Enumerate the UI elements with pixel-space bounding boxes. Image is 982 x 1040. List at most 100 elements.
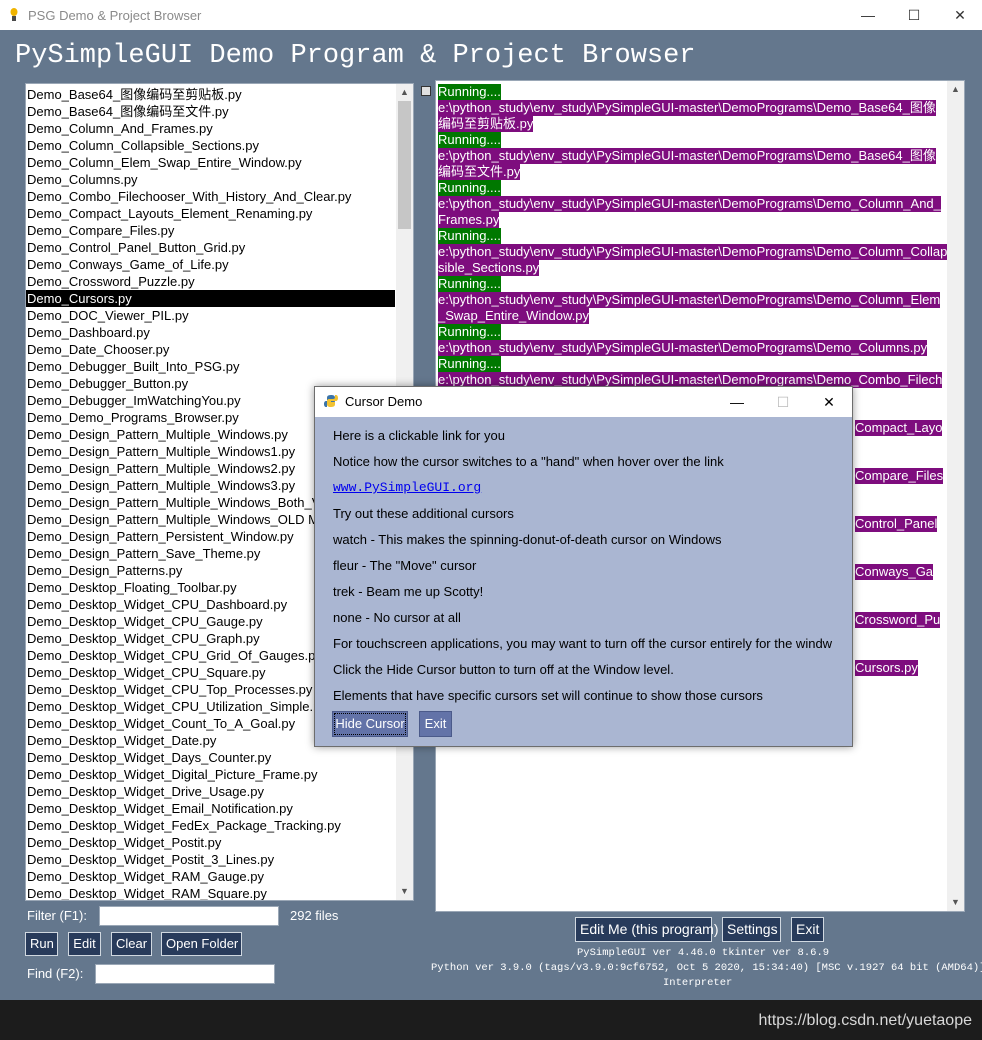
- output-line: sible_Sections.py: [438, 260, 540, 276]
- file-list-item[interactable]: Demo_Columns.py: [26, 171, 138, 188]
- output-line: e:\python_study\env_study\PySimpleGUI-ma…: [438, 100, 936, 116]
- trek-cursor-text[interactable]: trek - Beam me up Scotty!: [333, 584, 483, 599]
- python-icon: [324, 395, 338, 407]
- file-list-item[interactable]: Demo_Desktop_Widget_Count_To_A_Goal.py: [26, 715, 295, 732]
- file-list-item[interactable]: Demo_Desktop_Floating_Toolbar.py: [26, 579, 237, 596]
- cursor-demo-dialog: Cursor Demo — ☐ ✕ Here is a clickable li…: [314, 386, 853, 747]
- file-list-item[interactable]: Demo_Desktop_Widget_Email_Notification.p…: [26, 800, 293, 817]
- output-line: Compact_Layo: [855, 420, 943, 436]
- output-scroll-down-icon[interactable]: ▼: [947, 894, 964, 911]
- output-checkbox[interactable]: [421, 86, 431, 96]
- output-line: Running....: [438, 324, 501, 340]
- edit-me-button[interactable]: Edit Me (this program): [575, 917, 718, 942]
- filter-input[interactable]: [99, 906, 279, 926]
- file-list-item[interactable]: Demo_Column_Collapsible_Sections.py: [26, 137, 259, 154]
- scroll-thumb[interactable]: [398, 101, 411, 229]
- file-list-item[interactable]: Demo_Desktop_Widget_FedEx_Package_Tracki…: [26, 817, 341, 834]
- output-line: Running....: [438, 228, 501, 244]
- file-list-item[interactable]: Demo_Design_Pattern_Multiple_Windows2.py: [26, 460, 295, 477]
- pysimplegui-link[interactable]: www.PySimpleGUI.org: [333, 480, 481, 495]
- file-list-item[interactable]: Demo_Column_And_Frames.py: [26, 120, 213, 137]
- file-list-item[interactable]: Demo_Cursors.py: [26, 290, 395, 307]
- file-list-item[interactable]: Demo_Desktop_Widget_Drive_Usage.py: [26, 783, 264, 800]
- fleur-cursor-text[interactable]: fleur - The "Move" cursor: [333, 558, 476, 573]
- output-scrollbar[interactable]: ▲ ▼: [947, 81, 964, 911]
- file-list-item[interactable]: Demo_Desktop_Widget_CPU_Utilization_Simp…: [26, 698, 327, 715]
- version-line-2: Python ver 3.9.0 (tags/v3.9.0:9cf6752, O…: [431, 962, 982, 974]
- hide-cursor-button[interactable]: Hide Cursor: [332, 711, 408, 737]
- file-list-item[interactable]: Demo_Desktop_Widget_CPU_Grid_Of_Gauges.p…: [26, 647, 322, 664]
- file-list-item[interactable]: Demo_Desktop_Widget_Days_Counter.py: [26, 749, 271, 766]
- file-count: 292 files: [290, 908, 339, 923]
- file-list-item[interactable]: Demo_Dashboard.py: [26, 324, 150, 341]
- file-list-item[interactable]: Demo_Control_Panel_Button_Grid.py: [26, 239, 245, 256]
- output-line: Conways_Ga: [855, 564, 934, 580]
- output-line: e:\python_study\env_study\PySimpleGUI-ma…: [438, 292, 941, 308]
- file-list-item[interactable]: Demo_Debugger_Built_Into_PSG.py: [26, 358, 239, 375]
- dialog-minimize-button[interactable]: —: [714, 387, 760, 417]
- file-list-item[interactable]: Demo_Desktop_Widget_CPU_Top_Processes.py: [26, 681, 312, 698]
- file-list-item[interactable]: Demo_Design_Pattern_Save_Theme.py: [26, 545, 260, 562]
- settings-button[interactable]: Settings: [722, 917, 781, 942]
- title-bar: PSG Demo & Project Browser — ☐ ✕: [0, 0, 982, 30]
- output-line: e:\python_study\env_study\PySimpleGUI-ma…: [438, 196, 941, 212]
- window-title: PSG Demo & Project Browser: [28, 8, 202, 23]
- dialog-title-bar: Cursor Demo — ☐ ✕: [315, 387, 852, 417]
- file-list-item[interactable]: Demo_Desktop_Widget_RAM_Gauge.py: [26, 868, 264, 885]
- file-list-item[interactable]: Demo_Desktop_Widget_Postit_3_Lines.py: [26, 851, 274, 868]
- dialog-close-button[interactable]: ✕: [806, 387, 852, 417]
- output-line: _Swap_Entire_Window.py: [438, 308, 590, 324]
- run-button[interactable]: Run: [25, 932, 58, 956]
- clear-button[interactable]: Clear: [111, 932, 152, 956]
- file-list-item[interactable]: Demo_Column_Elem_Swap_Entire_Window.py: [26, 154, 302, 171]
- file-list-item[interactable]: Demo_Base64_图像编码至文件.py: [26, 103, 229, 120]
- minimize-button[interactable]: —: [845, 0, 891, 30]
- file-list-item[interactable]: Demo_Desktop_Widget_CPU_Square.py: [26, 664, 265, 681]
- scroll-down-icon[interactable]: ▼: [396, 883, 413, 900]
- file-list-item[interactable]: Demo_Design_Pattern_Persistent_Window.py: [26, 528, 294, 545]
- watermark: https://blog.csdn.net/yuetaope: [758, 1012, 972, 1029]
- file-list-item[interactable]: Demo_Compact_Layouts_Element_Renaming.py: [26, 205, 312, 222]
- file-list-item[interactable]: Demo_Date_Chooser.py: [26, 341, 169, 358]
- watch-cursor-text[interactable]: watch - This makes the spinning-donut-of…: [333, 532, 722, 547]
- file-list-item[interactable]: Demo_Design_Pattern_Multiple_Windows.py: [26, 426, 288, 443]
- output-line: e:\python_study\env_study\PySimpleGUI-ma…: [438, 244, 948, 260]
- dialog-maximize-button[interactable]: ☐: [760, 387, 806, 417]
- output-line: Cursors.py: [855, 660, 918, 676]
- file-list-item[interactable]: Demo_Compare_Files.py: [26, 222, 174, 239]
- close-button[interactable]: ✕: [937, 0, 982, 30]
- file-list-item[interactable]: Demo_Design_Patterns.py: [26, 562, 182, 579]
- none-cursor-text[interactable]: none - No cursor at all: [333, 610, 461, 625]
- exit-button[interactable]: Exit: [791, 917, 824, 942]
- dialog-text: Notice how the cursor switches to a "han…: [333, 454, 724, 469]
- file-list-item[interactable]: Demo_Base64_图像编码至剪贴板.py: [26, 86, 242, 103]
- dialog-exit-button[interactable]: Exit: [419, 711, 452, 737]
- maximize-button[interactable]: ☐: [891, 0, 937, 30]
- file-list-item[interactable]: Demo_Desktop_Widget_CPU_Graph.py: [26, 630, 260, 647]
- find-label: Find (F2):: [27, 966, 84, 981]
- file-list-item[interactable]: Demo_Demo_Programs_Browser.py: [26, 409, 239, 426]
- file-list-item[interactable]: Demo_Desktop_Widget_CPU_Dashboard.py: [26, 596, 287, 613]
- file-list-item[interactable]: Demo_Design_Pattern_Multiple_Windows1.py: [26, 443, 295, 460]
- output-scroll-up-icon[interactable]: ▲: [947, 81, 964, 98]
- file-list-item[interactable]: Demo_DOC_Viewer_PIL.py: [26, 307, 189, 324]
- dialog-text: Elements that have specific cursors set …: [333, 688, 763, 703]
- file-list-item[interactable]: Demo_Crossword_Puzzle.py: [26, 273, 195, 290]
- scroll-up-icon[interactable]: ▲: [396, 84, 413, 101]
- file-list-item[interactable]: Demo_Desktop_Widget_Digital_Picture_Fram…: [26, 766, 317, 783]
- file-list-item[interactable]: Demo_Debugger_ImWatchingYou.py: [26, 392, 241, 409]
- file-list-item[interactable]: Demo_Combo_Filechooser_With_History_And_…: [26, 188, 351, 205]
- edit-button[interactable]: Edit: [68, 932, 101, 956]
- file-list-item[interactable]: Demo_Desktop_Widget_CPU_Gauge.py: [26, 613, 263, 630]
- open-folder-button[interactable]: Open Folder: [161, 932, 242, 956]
- file-list-item[interactable]: Demo_Desktop_Widget_RAM_Square.py: [26, 885, 267, 900]
- file-list-item[interactable]: Demo_Debugger_Button.py: [26, 375, 188, 392]
- output-line: Running....: [438, 84, 501, 100]
- file-list-item[interactable]: Demo_Design_Pattern_Multiple_Windows3.py: [26, 477, 295, 494]
- version-line-3: Interpreter: [663, 977, 733, 989]
- file-list-item[interactable]: Demo_Desktop_Widget_Postit.py: [26, 834, 221, 851]
- file-list-item[interactable]: Demo_Conways_Game_of_Life.py: [26, 256, 229, 273]
- output-line: 编码至剪贴板.py: [438, 116, 534, 132]
- file-list-item[interactable]: Demo_Desktop_Widget_Date.py: [26, 732, 216, 749]
- find-input[interactable]: [95, 964, 275, 984]
